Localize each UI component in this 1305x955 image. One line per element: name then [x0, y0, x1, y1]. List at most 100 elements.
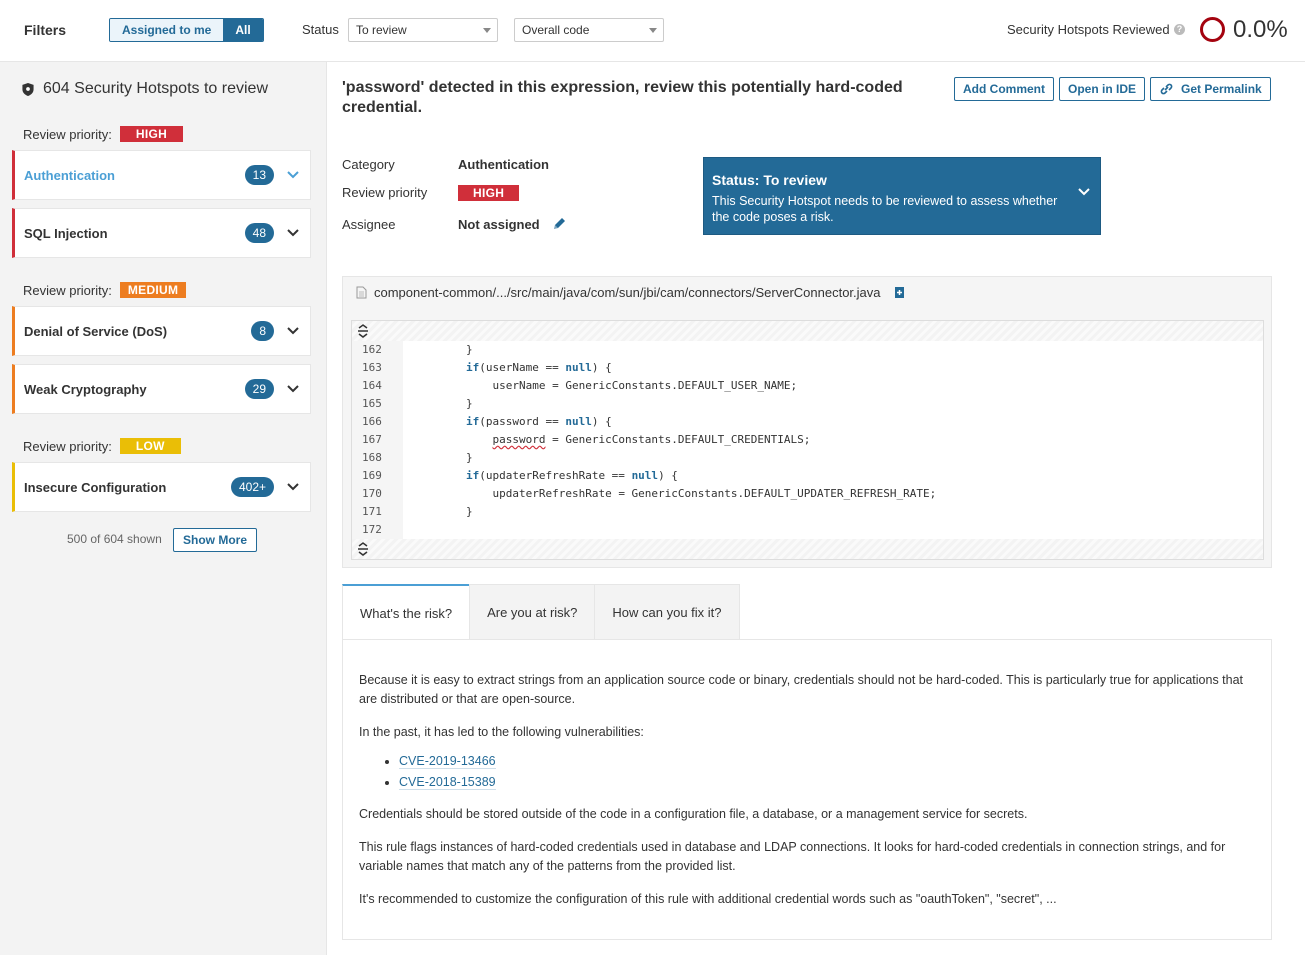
hotspot-count-title: 604 Security Hotspots to review	[43, 80, 268, 97]
expand-icon	[358, 542, 368, 556]
line-code: userName = GenericConstants.DEFAULT_USER…	[403, 377, 797, 395]
filters-bar: Filters Assigned to me All Status To rev…	[0, 0, 1305, 62]
chevron-down-icon	[287, 483, 299, 491]
category-name: Authentication	[24, 167, 115, 183]
shield-icon	[22, 82, 34, 96]
category-count-badge: 13	[244, 165, 274, 185]
tab-how-can-you-fix-it[interactable]: How can you fix it?	[594, 584, 740, 640]
cve-link[interactable]: CVE-2018-15389	[399, 775, 496, 790]
category-sql-injection[interactable]: SQL Injection 48	[12, 208, 311, 258]
status-select[interactable]: To review	[348, 18, 498, 42]
assigned-to-me-button[interactable]: Assigned to me	[110, 19, 224, 41]
category-insecure-configuration[interactable]: Insecure Configuration 402+	[12, 462, 311, 512]
hotspots-reviewed-label: Security Hotspots Reviewed	[1007, 22, 1170, 37]
expand-below[interactable]	[352, 539, 1263, 559]
code-token: updaterRefreshRate = GenericConstants.DE…	[492, 487, 937, 500]
code-token: }	[465, 397, 473, 410]
code-line: 163 if(userName == null) {	[352, 359, 1263, 377]
risk-paragraph: It's recommended to customize the config…	[359, 892, 1057, 906]
category-denial-of-service[interactable]: Denial of Service (DoS) 8	[12, 306, 311, 356]
code-viewer: component-common/.../src/main/java/com/s…	[342, 276, 1272, 568]
hotspot-title: 'password' detected in this expression, …	[342, 79, 903, 116]
help-icon[interactable]: ?	[1174, 24, 1185, 35]
cve-list: CVE-2019-13466 CVE-2018-15389	[399, 751, 1255, 793]
code-token: (updaterRefreshRate ==	[479, 469, 632, 482]
priority-badge-low: LOW	[119, 438, 181, 454]
code-lines: 162 } 163 if(userName == null) {164 userN…	[352, 341, 1263, 539]
scope-select[interactable]: Overall code	[514, 18, 664, 42]
chevron-down-icon	[483, 28, 491, 33]
chevron-down-icon	[287, 229, 299, 237]
line-number: 163	[352, 359, 403, 377]
open-in-ide-button[interactable]: Open in IDE	[1059, 77, 1146, 101]
line-number: 172	[352, 521, 403, 539]
hotspot-list-header: 604 Security Hotspots to review	[22, 80, 268, 98]
code-line: 167 password = GenericConstants.DEFAULT_…	[352, 431, 1263, 449]
category-name: Denial of Service (DoS)	[24, 323, 168, 339]
all-button[interactable]: All	[223, 19, 263, 41]
line-number: 169	[352, 467, 403, 485]
keyword: if	[465, 361, 480, 374]
file-path-text: component-common/.../src/main/java/com/s…	[374, 285, 881, 300]
copy-icon[interactable]	[894, 286, 905, 299]
priority-group-medium: Review priority: MEDIUM	[23, 282, 187, 298]
keyword: null	[565, 361, 592, 374]
show-more-button[interactable]: Show More	[173, 528, 258, 552]
hotspot-list-sidebar: 604 Security Hotspots to review Review p…	[0, 62, 327, 955]
tab-are-you-at-risk[interactable]: Are you at risk?	[469, 584, 595, 640]
code-line: 168 }	[352, 449, 1263, 467]
pencil-icon[interactable]	[552, 217, 566, 231]
line-number: 162	[352, 341, 403, 359]
code-token: ) {	[591, 361, 612, 374]
chevron-down-icon	[1078, 188, 1090, 196]
chevron-down-icon	[287, 327, 299, 335]
cve-link[interactable]: CVE-2019-13466	[399, 754, 496, 769]
list-item: CVE-2019-13466	[399, 751, 1255, 772]
get-permalink-button[interactable]: Get Permalink	[1150, 77, 1271, 101]
priority-badge-medium: MEDIUM	[119, 282, 187, 298]
tab-whats-the-risk[interactable]: What's the risk?	[342, 584, 470, 641]
code-line: 169 if(updaterRefreshRate == null) {	[352, 467, 1263, 485]
status-review-box[interactable]: Status: To review This Security Hotspot …	[703, 157, 1101, 235]
reviewed-donut-chart	[1200, 17, 1225, 42]
expand-above[interactable]	[352, 321, 1263, 341]
link-icon	[1160, 83, 1173, 95]
scope-select-value: Overall code	[522, 23, 590, 37]
priority-group-high: Review priority: HIGH	[23, 126, 184, 142]
code-token: ) {	[591, 415, 612, 428]
code-token: (password ==	[479, 415, 566, 428]
category-name: Insecure Configuration	[24, 479, 167, 495]
category-label: Category	[342, 157, 395, 172]
category-authentication[interactable]: Authentication 13	[12, 150, 311, 200]
line-code: if(updaterRefreshRate == null) {	[403, 467, 678, 485]
list-item: CVE-2018-15389	[399, 772, 1255, 793]
line-code: }	[403, 395, 473, 413]
code-line: 172	[352, 521, 1263, 539]
chevron-down-icon	[649, 28, 657, 33]
code-token: userName = GenericConstants.DEFAULT_USER…	[492, 379, 798, 392]
code-token: = GenericConstants.DEFAULT_CREDENTIALS;	[545, 433, 811, 446]
category-value: Authentication	[458, 157, 549, 172]
code-token: ) {	[658, 469, 678, 482]
risk-paragraph: This rule flags instances of hard-coded …	[359, 840, 1226, 873]
category-weak-cryptography[interactable]: Weak Cryptography 29	[12, 364, 311, 414]
category-count-badge: 402+	[230, 477, 274, 497]
code-line: 162 }	[352, 341, 1263, 359]
status-select-value: To review	[356, 23, 407, 37]
expand-icon	[358, 324, 368, 338]
highlighted-token: password	[492, 433, 546, 446]
status-label: Status	[302, 22, 339, 37]
add-comment-button[interactable]: Add Comment	[954, 77, 1054, 101]
assignee-toggle: Assigned to me All	[109, 18, 264, 42]
line-code: }	[403, 341, 473, 359]
line-number: 168	[352, 449, 403, 467]
risk-paragraph: Credentials should be stored outside of …	[359, 807, 1028, 821]
code-token: (userName ==	[479, 361, 566, 374]
